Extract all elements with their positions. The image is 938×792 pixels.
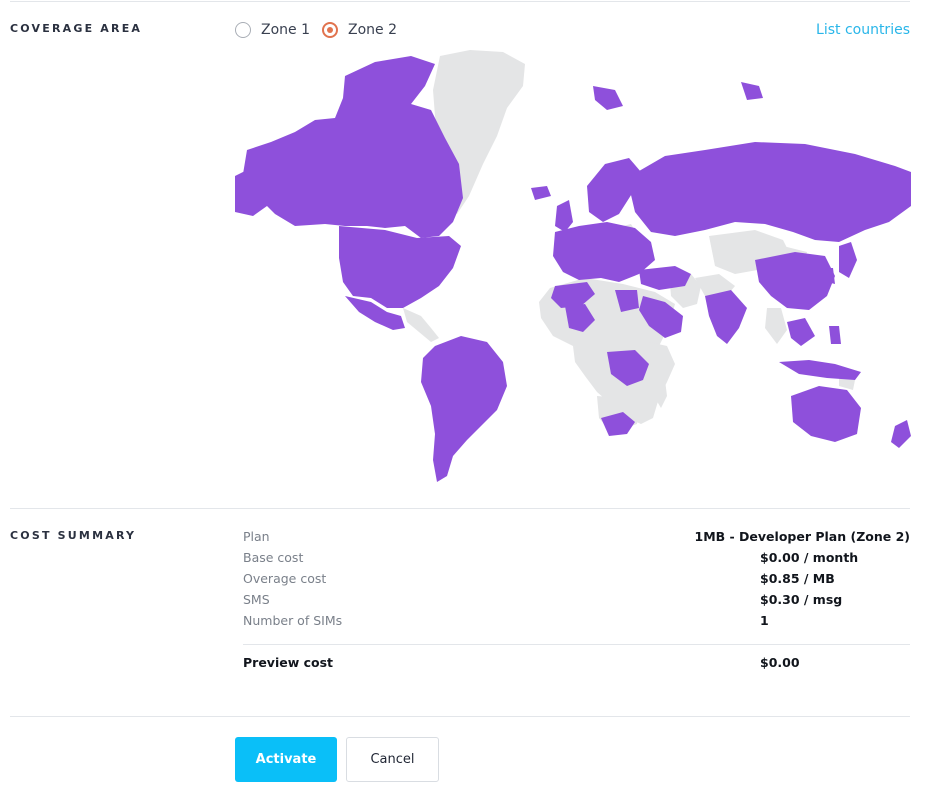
china-region <box>755 252 835 310</box>
zone-2-label[interactable]: Zone 2 <box>348 22 397 38</box>
sim-count-value: 1 <box>760 613 769 628</box>
sim-count-label: Number of SIMs <box>243 613 343 628</box>
indonesia-region <box>779 360 861 380</box>
coverage-world-map <box>235 50 911 482</box>
cancel-button[interactable]: Cancel <box>346 737 439 782</box>
coverage-area-heading: COVERAGE AREA <box>10 22 143 35</box>
new-zealand-region <box>891 420 911 448</box>
myanmar-region <box>765 308 787 344</box>
zone-1-label[interactable]: Zone 1 <box>261 22 310 38</box>
se-asia-region <box>787 318 815 346</box>
base-cost-value: $0.00 / month <box>760 550 859 565</box>
usa-region <box>339 226 461 308</box>
zone-1-radio[interactable] <box>235 22 251 38</box>
footer-divider <box>10 716 910 717</box>
cost-summary-heading: COST SUMMARY <box>10 529 137 542</box>
canada-region <box>243 56 463 238</box>
zone-2-radio[interactable] <box>322 22 338 38</box>
arctic-islands-region <box>593 86 623 110</box>
overage-cost-row: Overage cost $0.85 / MB <box>243 571 910 592</box>
sim-count-row: Number of SIMs 1 <box>243 613 910 634</box>
section-divider <box>10 508 910 509</box>
franz-josef-region <box>741 82 763 100</box>
sms-row: SMS $0.30 / msg <box>243 592 910 613</box>
overage-cost-value: $0.85 / MB <box>760 571 835 586</box>
india-region <box>705 290 747 344</box>
iceland-region <box>531 186 551 200</box>
south-america-region <box>421 336 507 482</box>
preview-cost-label: Preview cost <box>243 655 334 670</box>
list-countries-link[interactable]: List countries <box>816 22 910 38</box>
sms-value: $0.30 / msg <box>760 592 843 607</box>
base-cost-label: Base cost <box>243 550 304 565</box>
activate-button[interactable]: Activate <box>235 737 337 782</box>
overage-cost-label: Overage cost <box>243 571 327 586</box>
base-cost-row: Base cost $0.00 / month <box>243 550 910 571</box>
zone-2-option[interactable]: Zone 2 <box>322 22 397 38</box>
preview-cost-value: $0.00 <box>760 655 800 670</box>
top-divider <box>10 1 910 2</box>
zone-1-option[interactable]: Zone 1 <box>235 22 310 38</box>
plan-row: Plan 1MB - Developer Plan (Zone 2) <box>243 529 910 550</box>
zone-radio-group: Zone 1 Zone 2 <box>235 22 409 38</box>
philippines-region <box>829 326 841 344</box>
summary-divider <box>243 644 910 645</box>
sms-label: SMS <box>243 592 270 607</box>
uk-region <box>555 200 573 232</box>
russia-region <box>627 142 911 242</box>
plan-value: 1MB - Developer Plan (Zone 2) <box>694 529 911 544</box>
preview-cost-row: Preview cost $0.00 <box>243 655 910 676</box>
plan-label: Plan <box>243 529 270 544</box>
australia-region <box>791 386 861 442</box>
central-america-region <box>403 308 439 342</box>
japan-region <box>839 242 857 278</box>
covered-regions <box>235 56 911 482</box>
